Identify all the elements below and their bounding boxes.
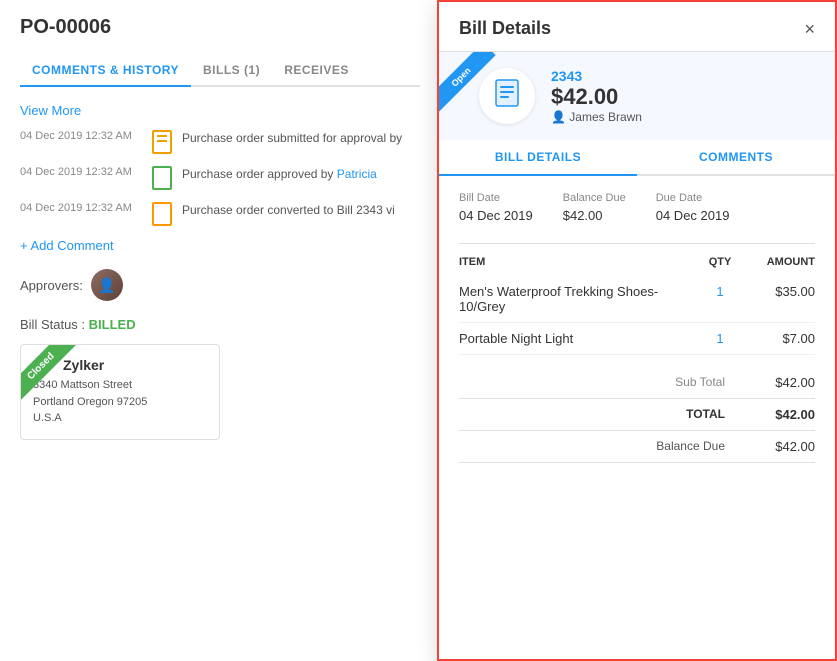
balance-label: Balance Due: [656, 439, 725, 454]
bill-date-label: Bill Date: [459, 192, 533, 204]
view-more-link[interactable]: View More: [20, 103, 420, 118]
bill-date-value: 04 Dec 2019: [459, 208, 533, 223]
bill-date-col: Bill Date 04 Dec 2019: [459, 192, 533, 223]
items-header-item: ITEM: [459, 256, 695, 268]
subtotal-label: Sub Total: [675, 375, 725, 390]
tab-bill-details[interactable]: BILL DETAILS: [439, 140, 637, 176]
add-comment-button[interactable]: + Add Comment: [20, 238, 420, 253]
history-icon-2: [150, 166, 174, 190]
bill-details-panel: Bill Details × Open 2343 $42.00 👤 James …: [437, 0, 837, 661]
subtotal-row: Sub Total $42.00: [459, 367, 815, 399]
due-date-label: Due Date: [656, 192, 730, 204]
vendor-card: Closed Zylker 3340 Mattson Street Portla…: [20, 344, 220, 440]
closed-ribbon: Closed: [21, 345, 91, 415]
bill-details-title: Bill Details: [459, 18, 551, 39]
left-panel: PO-00006 COMMENTS & HISTORY BILLS (1) RE…: [0, 0, 440, 661]
history-time-2: 04 Dec 2019 12:32 AM: [20, 166, 150, 178]
approvers-row: Approvers: 👤: [20, 269, 420, 301]
item-qty-1: 1: [695, 284, 745, 314]
bill-items-header: ITEM QTY AMOUNT: [459, 243, 815, 268]
po-title: PO-00006: [20, 16, 420, 39]
tab-receives[interactable]: RECEIVES: [272, 55, 361, 85]
balance-value: $42.00: [745, 439, 815, 454]
bill-details-header: Bill Details ×: [439, 2, 835, 52]
history-text-2: Purchase order approved by Patricia: [182, 166, 420, 183]
bill-vendor: 👤 James Brawn: [551, 110, 815, 124]
items-header-amount: AMOUNT: [745, 256, 815, 268]
bill-amount: $42.00: [551, 84, 815, 110]
bill-item-row-2: Portable Night Light 1 $7.00: [459, 323, 815, 355]
close-button[interactable]: ×: [804, 20, 815, 38]
tab-comments-history[interactable]: COMMENTS & HISTORY: [20, 55, 191, 87]
bill-summary: Open 2343 $42.00 👤 James Brawn: [439, 52, 835, 140]
history-icon-3: [150, 202, 174, 226]
tab-bill-comments[interactable]: COMMENTS: [637, 140, 835, 174]
balance-due-label: Balance Due: [563, 192, 626, 204]
balance-due-row: Balance Due $42.00: [459, 431, 815, 463]
bill-number: 2343: [551, 68, 815, 84]
history-text-1: Purchase order submitted for approval by: [182, 130, 420, 147]
due-date-value: 04 Dec 2019: [656, 208, 730, 223]
approvers-label: Approvers:: [20, 278, 83, 293]
subtotal-value: $42.00: [745, 375, 815, 390]
bill-dates-row: Bill Date 04 Dec 2019 Balance Due $42.00…: [459, 192, 815, 223]
bill-status: Bill Status : BILLED: [20, 317, 420, 332]
approver-avatar: 👤: [91, 269, 123, 301]
history-item-3: 04 Dec 2019 12:32 AM Purchase order conv…: [20, 202, 420, 226]
tab-bar: COMMENTS & HISTORY BILLS (1) RECEIVES: [20, 55, 420, 87]
history-item: 04 Dec 2019 12:32 AM Purchase order subm…: [20, 130, 420, 154]
item-amt-2: $7.00: [745, 331, 815, 346]
total-row: TOTAL $42.00: [459, 399, 815, 431]
bill-item-row-1: Men's Waterproof Trekking Shoes- 10/Grey…: [459, 276, 815, 323]
history-item-2: 04 Dec 2019 12:32 AM Purchase order appr…: [20, 166, 420, 190]
bill-content: Bill Date 04 Dec 2019 Balance Due $42.00…: [439, 176, 835, 659]
item-amt-1: $35.00: [745, 284, 815, 314]
bill-summary-info: 2343 $42.00 👤 James Brawn: [551, 68, 815, 124]
total-label: TOTAL: [686, 407, 725, 422]
open-ribbon: Open: [439, 52, 509, 122]
bill-detail-tabs: BILL DETAILS COMMENTS: [439, 140, 835, 176]
balance-due-value: $42.00: [563, 208, 626, 223]
item-name-2: Portable Night Light: [459, 331, 695, 346]
balance-due-col: Balance Due $42.00: [563, 192, 626, 223]
item-name-1: Men's Waterproof Trekking Shoes- 10/Grey: [459, 284, 695, 314]
bill-status-value: BILLED: [89, 317, 136, 332]
due-date-col: Due Date 04 Dec 2019: [656, 192, 730, 223]
open-ribbon-label: Open: [439, 52, 496, 112]
history-time-1: 04 Dec 2019 12:32 AM: [20, 130, 150, 142]
history-icon-1: [150, 130, 174, 154]
total-value: $42.00: [745, 407, 815, 422]
history-time-3: 04 Dec 2019 12:32 AM: [20, 202, 150, 214]
closed-ribbon-label: Closed: [21, 345, 76, 402]
history-text-3: Purchase order converted to Bill 2343 vi: [182, 202, 420, 219]
tab-bills[interactable]: BILLS (1): [191, 55, 272, 85]
items-header-qty: QTY: [695, 256, 745, 268]
bill-totals: Sub Total $42.00 TOTAL $42.00 Balance Du…: [459, 367, 815, 463]
bill-vendor-name: James Brawn: [569, 110, 642, 124]
item-qty-2: 1: [695, 331, 745, 346]
